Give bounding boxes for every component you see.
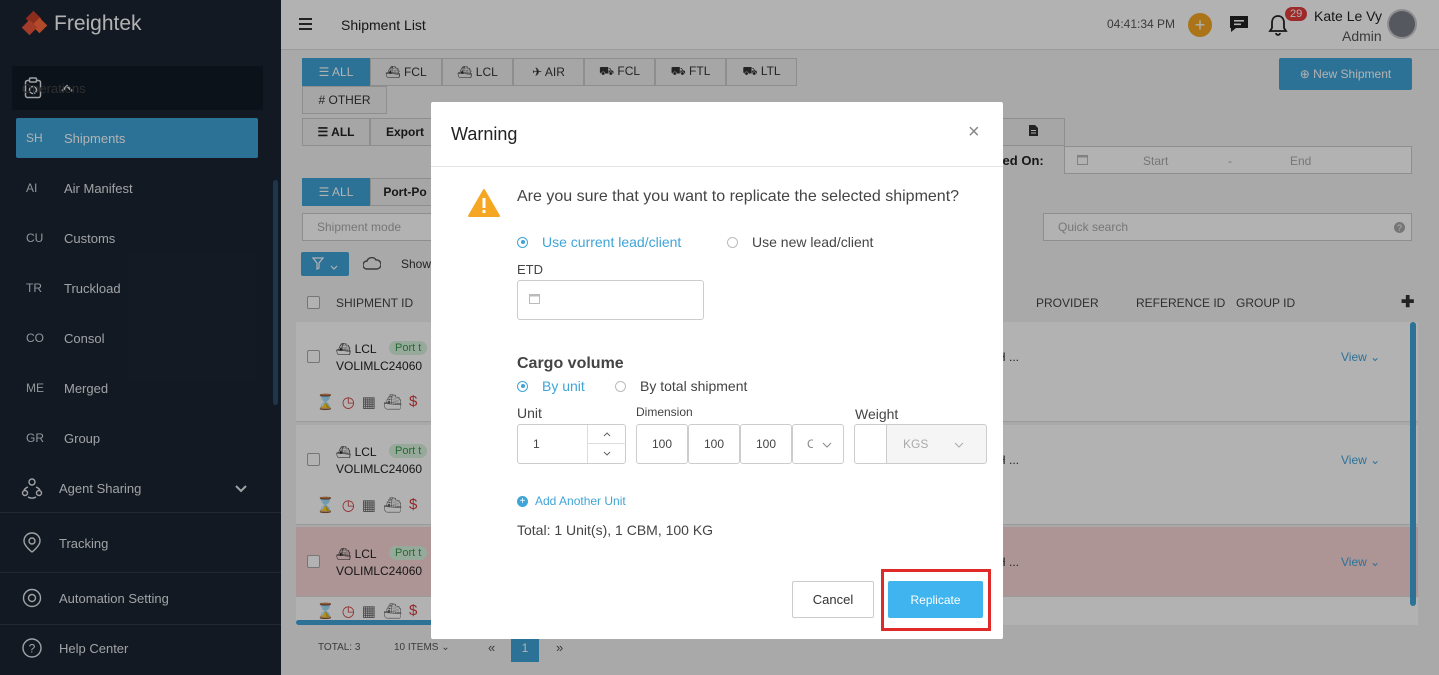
- dimension-height-input[interactable]: 100: [740, 424, 792, 464]
- radio-by-unit[interactable]: By unit: [517, 378, 585, 394]
- calendar-icon: [529, 293, 540, 307]
- chevron-down-icon: [822, 437, 832, 451]
- dialog-question: Are you sure that you want to replicate …: [517, 188, 960, 205]
- radio-dot: [517, 236, 528, 248]
- etd-label: ETD: [517, 262, 543, 277]
- weight-unit-select[interactable]: KGS: [886, 424, 987, 464]
- dimension-unit-select[interactable]: C: [792, 424, 844, 464]
- close-icon[interactable]: ×: [968, 121, 980, 144]
- radio-label: Use current lead/client: [542, 234, 682, 250]
- cancel-button[interactable]: Cancel: [792, 581, 874, 618]
- dialog-divider: [431, 166, 1003, 167]
- radio-label: Use new lead/client: [752, 234, 874, 250]
- stepper-up-icon[interactable]: [587, 425, 626, 444]
- add-another-unit-link[interactable]: + Add Another Unit: [517, 494, 626, 508]
- replicate-button-highlight: [881, 569, 991, 631]
- dimension-label: Dimension: [636, 405, 693, 419]
- dialog-title: Warning: [451, 124, 518, 144]
- cargo-total: Total: 1 Unit(s), 1 CBM, 100 KG: [517, 522, 714, 538]
- weight-label: Weight: [855, 406, 899, 422]
- etd-date-input[interactable]: [517, 280, 704, 320]
- radio-label: By unit: [542, 378, 585, 394]
- radio-use-new-client[interactable]: Use new lead/client: [727, 234, 873, 250]
- unit-label: Unit: [517, 405, 542, 421]
- weight-input[interactable]: [854, 424, 887, 464]
- chevron-down-icon: [954, 437, 964, 451]
- dimension-unit-value: C: [807, 437, 813, 451]
- radio-dot: [615, 380, 626, 392]
- stepper-down-icon[interactable]: [587, 444, 626, 463]
- radio-by-total-shipment[interactable]: By total shipment: [615, 378, 747, 394]
- radio-dot: [517, 380, 528, 392]
- radio-dot: [727, 236, 738, 248]
- radio-label: By total shipment: [640, 378, 748, 394]
- weight-unit-value: KGS: [903, 437, 929, 451]
- dimension-width-input[interactable]: 100: [688, 424, 740, 464]
- add-unit-label: Add Another Unit: [535, 494, 626, 508]
- cargo-volume-title: Cargo volume: [517, 355, 624, 372]
- plus-circle-icon: +: [517, 495, 528, 507]
- radio-use-current-client[interactable]: Use current lead/client: [517, 234, 681, 250]
- dimension-length-input[interactable]: 100: [636, 424, 688, 464]
- unit-quantity-stepper[interactable]: 1: [517, 424, 626, 464]
- warning-dialog: Warning × Are you sure that you want to …: [431, 102, 1003, 639]
- warning-icon: [467, 188, 501, 221]
- unit-value: 1: [533, 437, 540, 451]
